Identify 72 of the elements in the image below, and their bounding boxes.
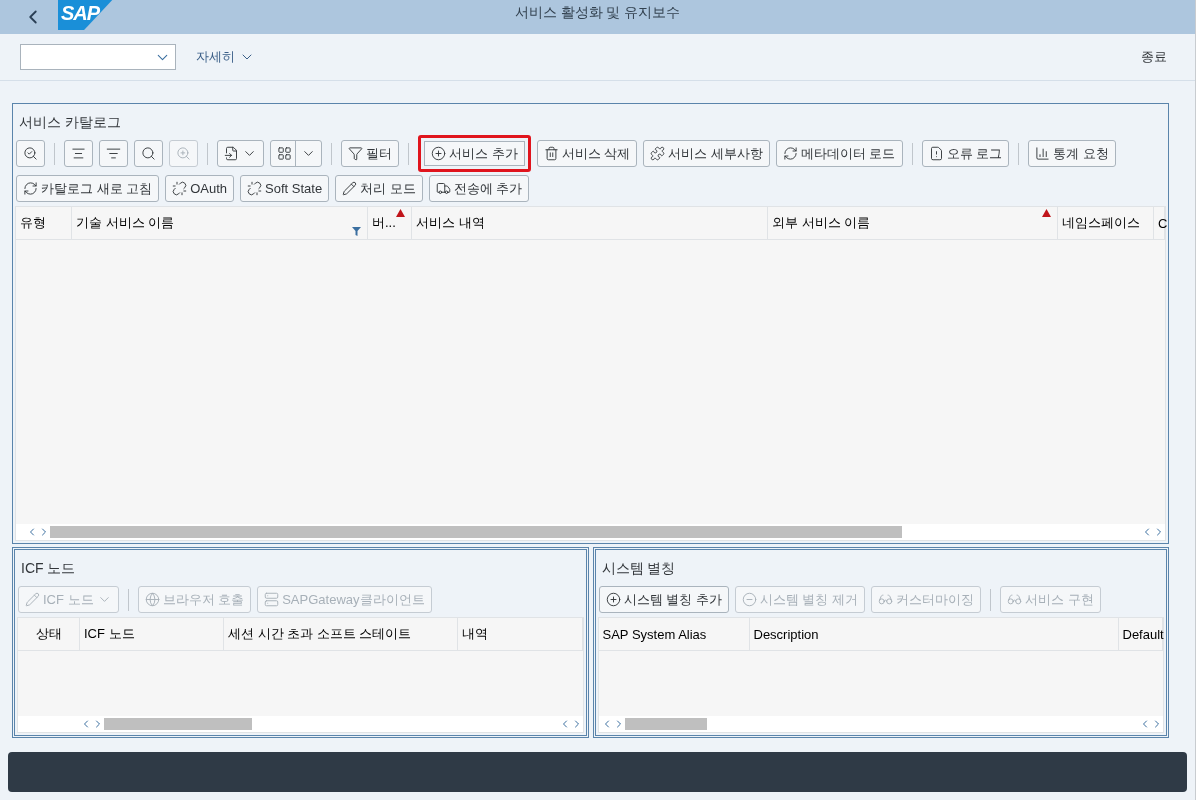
toolbar-button[interactable] bbox=[134, 140, 163, 167]
column-header[interactable]: 외부 서비스 이름 bbox=[768, 207, 1058, 239]
scrollbar-thumb[interactable] bbox=[624, 718, 707, 730]
column-header[interactable]: 버... bbox=[368, 207, 412, 239]
toolbar-button[interactable] bbox=[99, 140, 128, 167]
toolbar-button[interactable]: 메타데이터 로드 bbox=[775, 140, 903, 167]
zoom-in-icon bbox=[176, 146, 191, 161]
column-header[interactable]: 내역 bbox=[458, 618, 583, 650]
toolbar-button[interactable]: 통계 요청 bbox=[1028, 140, 1116, 167]
column-header[interactable]: 서비스 내역 bbox=[412, 207, 768, 239]
column-header[interactable]: 상태 bbox=[18, 618, 80, 650]
toolbar-button[interactable]: 시스템 별칭 추가 bbox=[598, 586, 729, 613]
panel-title: 서비스 카탈로그 bbox=[18, 113, 122, 132]
trash-icon bbox=[543, 146, 559, 161]
document-warning-icon bbox=[928, 146, 944, 161]
server-icon bbox=[264, 592, 280, 607]
column-header[interactable]: 세션 시간 초과 소프트 스테이트 bbox=[224, 618, 458, 650]
toolbar-button[interactable] bbox=[64, 140, 93, 167]
toolbar-button[interactable]: 서비스 삭제 bbox=[536, 140, 638, 167]
truck-icon bbox=[435, 181, 451, 196]
toolbar-button[interactable]: 처리 모드 bbox=[335, 175, 423, 202]
toolbar-button[interactable]: OAuth bbox=[165, 175, 235, 202]
toolbar-button[interactable]: 필터 bbox=[341, 140, 399, 167]
unlink-icon bbox=[172, 181, 188, 196]
column-header[interactable]: SAP System Alias bbox=[598, 618, 750, 650]
toolbar-button[interactable] bbox=[16, 140, 45, 167]
toolbar-button[interactable]: 오류 로그 bbox=[921, 140, 1010, 167]
column-header[interactable]: Default bbox=[1118, 618, 1163, 650]
toolbar-button[interactable]: 전송에 추가 bbox=[428, 175, 530, 202]
toolbar-button[interactable]: 서비스 추가 bbox=[418, 135, 531, 172]
exit-button[interactable]: 종료 bbox=[1133, 48, 1175, 66]
plus-circle-icon bbox=[431, 146, 446, 161]
plus-circle-icon bbox=[605, 592, 621, 607]
file-arrow-icon bbox=[224, 146, 239, 161]
dropdown-field[interactable] bbox=[20, 44, 176, 70]
column-header[interactable]: 유형 bbox=[16, 207, 72, 239]
list-filter-icon bbox=[106, 146, 121, 161]
column-header[interactable]: 네임스페이스 bbox=[1058, 207, 1154, 239]
sort-triangle-icon bbox=[1042, 209, 1051, 217]
pencil-icon bbox=[342, 181, 358, 196]
puzzle-icon bbox=[650, 146, 666, 161]
glasses-icon bbox=[877, 592, 893, 607]
toolbar-button[interactable]: 카탈로그 새로 고침 bbox=[16, 175, 160, 202]
unlink-icon bbox=[247, 181, 263, 196]
column-header[interactable]: Description bbox=[749, 618, 1119, 650]
grid-icon bbox=[277, 146, 292, 161]
panel-title: 시스템 별칭 bbox=[600, 559, 677, 578]
page-title: 서비스 활성화 및 유지보수 bbox=[514, 4, 681, 20]
search-icon bbox=[141, 146, 156, 161]
filter-icon bbox=[348, 146, 363, 161]
refresh-icon bbox=[782, 146, 798, 161]
globe-icon bbox=[144, 592, 160, 607]
sort-triangle-icon bbox=[396, 209, 405, 217]
more-button[interactable]: 자세히 bbox=[196, 48, 255, 66]
menu-button[interactable] bbox=[217, 140, 264, 167]
column-header[interactable]: ICF 노드 bbox=[80, 618, 224, 650]
panel-title: ICF 노드 bbox=[20, 559, 77, 578]
column-header[interactable]: 기술 서비스 이름 bbox=[72, 207, 368, 239]
scrollbar-thumb[interactable] bbox=[50, 526, 902, 538]
toolbar-button[interactable]: Soft State bbox=[240, 175, 330, 202]
lines-icon bbox=[71, 146, 86, 161]
glasses-icon bbox=[1006, 592, 1022, 607]
toolbar-button[interactable]: 서비스 세부사항 bbox=[643, 140, 770, 167]
zoom-check-icon bbox=[23, 146, 38, 161]
bar-chart-icon bbox=[1035, 146, 1051, 161]
pencil-icon bbox=[25, 592, 40, 607]
column-header[interactable]: C bbox=[1154, 207, 1165, 239]
menu-button[interactable] bbox=[270, 140, 322, 167]
minus-circle-icon bbox=[741, 592, 757, 607]
scrollbar-thumb[interactable] bbox=[104, 718, 252, 730]
refresh-icon bbox=[23, 181, 38, 196]
filter-icon bbox=[352, 227, 361, 236]
